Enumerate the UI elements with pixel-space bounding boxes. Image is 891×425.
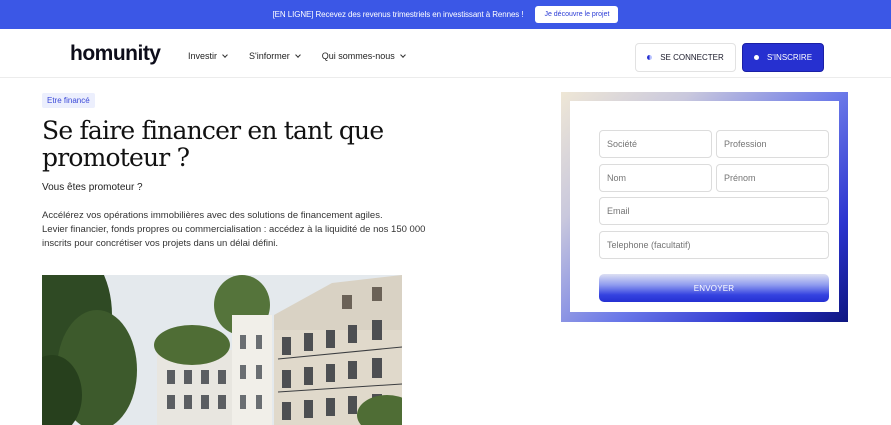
phone-field[interactable]	[599, 231, 829, 259]
nav-label: Qui sommes-nous	[321, 51, 395, 61]
email-field[interactable]	[599, 197, 829, 225]
nav-label: S'informer	[249, 51, 290, 61]
chevron-down-icon	[222, 51, 228, 58]
banner-text: [EN LIGNE] Recevez des revenus trimestri…	[272, 10, 524, 19]
category-tag: Etre financé	[42, 93, 95, 108]
building-photo	[42, 275, 402, 425]
description-line: inscrits pour concrétiser vos projets da…	[42, 238, 279, 249]
login-label: SE CONNECTER	[660, 53, 724, 62]
nav-item-qui-sommes-nous[interactable]: Qui sommes-nous	[321, 51, 406, 61]
nav-label: Investir	[188, 51, 218, 61]
dot-icon	[647, 55, 653, 60]
page-description: Accélérez vos opérations immobilières av…	[42, 209, 442, 251]
announcement-banner: [EN LIGNE] Recevez des revenus trimestri…	[0, 0, 891, 29]
building-illustration	[42, 275, 402, 425]
logo[interactable]: homunity	[70, 42, 161, 66]
dot-icon	[753, 55, 759, 60]
site-header: homunity Investir S'informer Qui sommes-…	[0, 29, 891, 78]
company-field[interactable]	[599, 130, 712, 158]
lastname-field[interactable]	[599, 164, 712, 192]
page-title: Se faire financer en tant que promoteur …	[42, 116, 384, 172]
discover-project-button[interactable]: Je découvre le projet	[535, 6, 619, 23]
signup-button[interactable]: S'INSCRIRE	[742, 43, 824, 72]
chevron-down-icon	[399, 51, 406, 58]
signup-label: S'INSCRIRE	[766, 53, 813, 62]
main-nav: Investir S'informer Qui sommes-nous	[188, 51, 406, 61]
page-subtitle: Vous êtes promoteur ?	[42, 182, 143, 193]
chevron-down-icon	[294, 51, 301, 58]
login-button[interactable]: SE CONNECTER	[635, 43, 736, 72]
submit-button[interactable]: ENVOYER	[599, 274, 829, 302]
description-line: Levier financier, fonds propres ou comme…	[42, 224, 426, 235]
nav-item-investir[interactable]: Investir	[188, 51, 228, 61]
nav-item-sinformer[interactable]: S'informer	[249, 51, 301, 61]
firstname-field[interactable]	[716, 164, 829, 192]
description-line: Accélérez vos opérations immobilières av…	[42, 210, 383, 221]
contact-form-frame: ENVOYER	[561, 92, 848, 322]
profession-field[interactable]	[716, 130, 829, 158]
contact-form: ENVOYER	[570, 101, 839, 312]
